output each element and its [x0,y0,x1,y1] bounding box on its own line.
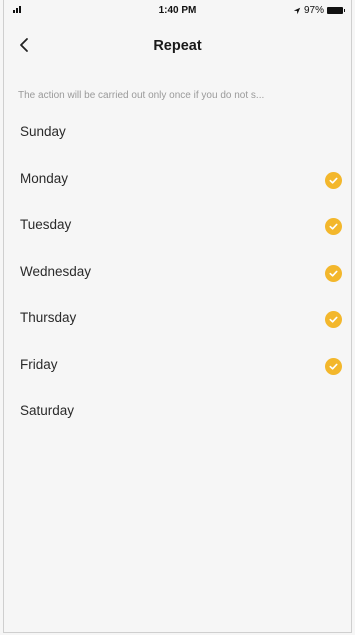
day-row-sunday[interactable]: Sunday [4,115,351,162]
repeat-hint-text: The action will be carried out only once… [18,90,265,101]
checkmark-icon [325,357,342,375]
day-row-monday[interactable]: Monday [4,162,351,209]
day-label: Sunday [20,124,66,139]
day-row-thursday[interactable]: Thursday [4,301,351,348]
day-row-wednesday[interactable]: Wednesday [4,255,351,302]
day-label: Wednesday [20,263,92,279]
battery-percent: 97% [303,5,324,16]
checkmark-icon [325,218,342,235]
day-row-saturday[interactable]: Saturday [4,394,351,441]
nav-bar: Repeat [4,22,351,70]
checkmark-icon [325,171,342,189]
page-title: Repeat [153,38,202,54]
day-label: Tuesday [20,217,72,232]
day-label: Saturday [20,403,75,418]
day-label: Thursday [20,310,77,325]
app-screen: 1:40 PM 97% Repeat The action will be ca… [3,0,352,633]
status-right: 97% [293,5,345,16]
checkmark-icon [325,311,342,328]
day-label: Monday [20,170,69,186]
day-list: Sunday Monday Tuesday Wednesday Thursday Frid… [4,115,351,441]
day-row-friday[interactable]: Friday [4,348,351,395]
day-row-tuesday[interactable]: Tuesday [4,208,351,255]
day-label: Friday [20,356,58,372]
status-bar: 1:40 PM 97% [4,0,351,22]
location-arrow-icon [293,7,301,14]
battery-icon [327,7,345,14]
checkmark-icon [325,264,342,282]
